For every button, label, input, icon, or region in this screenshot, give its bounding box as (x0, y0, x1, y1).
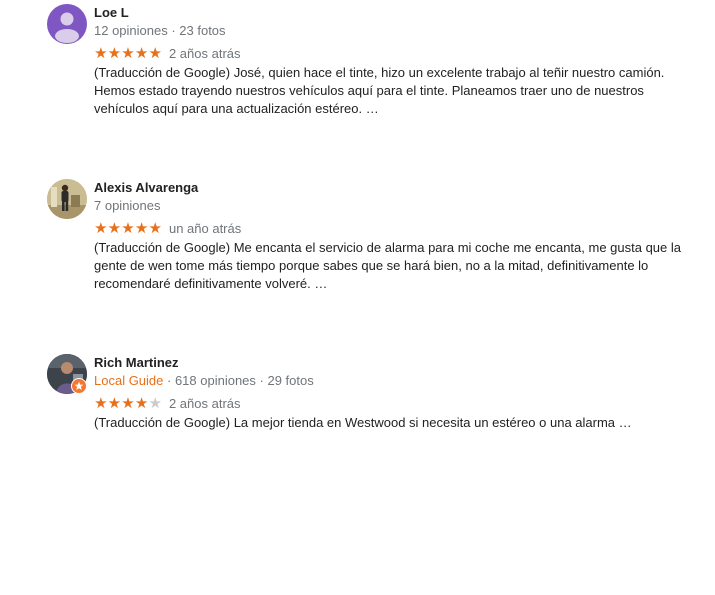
reviewer-meta: 7 opiniones (94, 198, 161, 213)
reviewer-meta-row: Local Guide · 618 opiniones · 29 fotos (94, 372, 694, 389)
avatar[interactable] (47, 179, 87, 219)
star-filled-icon: ★ (121, 395, 135, 412)
star-rating: ★ ★ ★ ★ ★ (94, 221, 162, 236)
reviewer-meta: 618 opiniones · 29 fotos (174, 373, 314, 388)
star-filled-icon: ★ (134, 220, 149, 237)
star-filled-icon: ★ (134, 395, 149, 412)
avatar[interactable] (47, 4, 87, 44)
star-filled-icon: ★ (107, 45, 122, 62)
review-date: 2 años atrás (168, 396, 241, 411)
star-filled-icon: ★ (94, 220, 108, 237)
star-filled-icon: ★ (148, 45, 162, 62)
review-text: (Traducción de Google) Me encanta el ser… (94, 240, 681, 291)
default-person-icon (55, 12, 79, 43)
local-guide-badge-icon (71, 378, 87, 394)
review-date: 2 años atrás (168, 46, 241, 61)
review-text: (Traducción de Google) La mejor tienda e… (94, 415, 632, 430)
star-filled-icon: ★ (94, 45, 108, 62)
star-rating: ★ ★ ★ ★ ★ (94, 396, 162, 411)
rating-row: ★ ★ ★ ★ ★ un año atrás (94, 220, 694, 237)
reviewer-name[interactable]: Alexis Alvarenga (94, 179, 694, 197)
star-filled-icon: ★ (134, 45, 149, 62)
rating-row: ★ ★ ★ ★ ★ 2 años atrás (94, 395, 694, 412)
star-empty-icon: ★ (148, 395, 162, 412)
review-date: un año atrás (168, 221, 242, 236)
star-filled-icon: ★ (121, 220, 135, 237)
profile-photo-icon (47, 179, 87, 219)
local-guide-label[interactable]: Local Guide (94, 373, 163, 388)
star-filled-icon: ★ (107, 220, 122, 237)
reviewer-meta: 12 opiniones · 23 fotos (94, 23, 226, 38)
star-rating: ★ ★ ★ ★ ★ (94, 46, 162, 61)
star-filled-icon: ★ (107, 395, 122, 412)
meta-separator: · (163, 373, 175, 388)
reviewer-name[interactable]: Rich Martinez (94, 354, 694, 372)
star-filled-icon: ★ (148, 220, 162, 237)
review-text: (Traducción de Google) José, quien hace … (94, 65, 665, 116)
reviewer-name[interactable]: Loe L (94, 4, 694, 22)
rating-row: ★ ★ ★ ★ ★ 2 años atrás (94, 45, 694, 62)
star-filled-icon: ★ (121, 45, 135, 62)
star-filled-icon: ★ (94, 395, 108, 412)
